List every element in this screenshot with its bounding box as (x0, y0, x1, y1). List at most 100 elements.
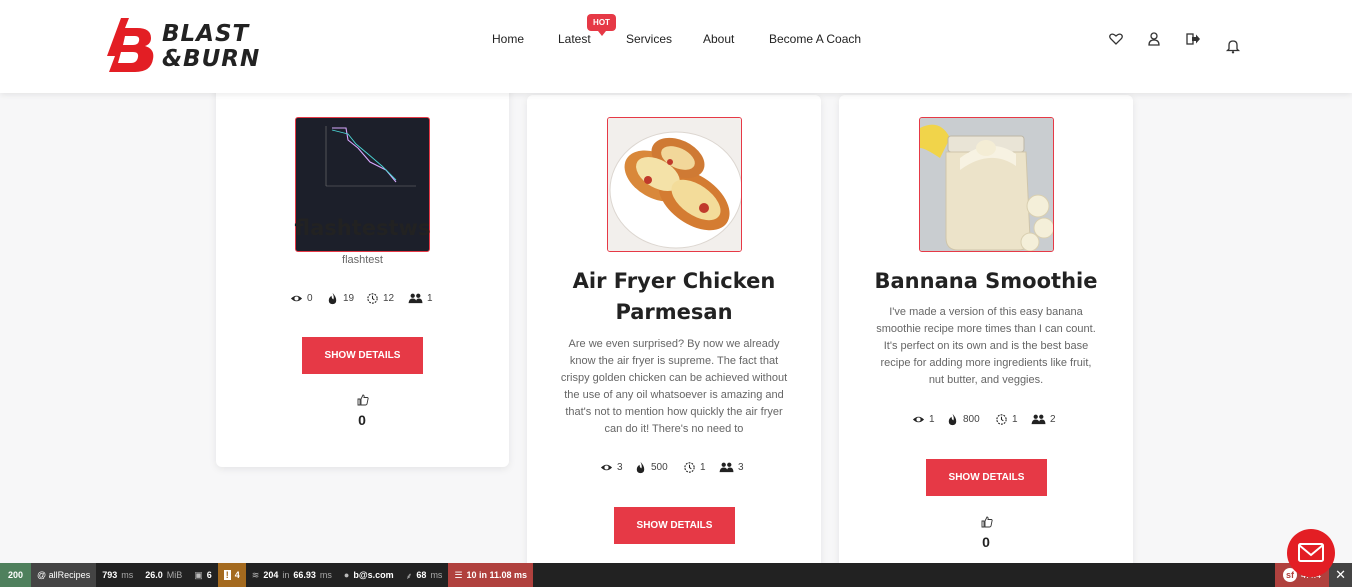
nav-services[interactable]: Services (626, 32, 672, 46)
cache-stats: 10 in 11.08 ms (466, 570, 528, 580)
fire-icon (636, 461, 645, 474)
banana-smoothie-image (920, 118, 1053, 251)
show-details-button[interactable]: SHOW DETAILS (926, 459, 1047, 496)
thumbs-up-icon[interactable] (357, 394, 369, 406)
chicken-parmesan-image (608, 118, 741, 251)
views-stat: 3 (600, 461, 623, 474)
nav-home[interactable]: Home (492, 32, 524, 46)
recipe-description: Are we even surprised? By now we already… (527, 336, 821, 438)
recipe-stats: 3 500 1 3 (527, 461, 821, 475)
bell-icon[interactable] (1225, 38, 1241, 54)
people-count: 1 (427, 293, 433, 304)
nav-latest[interactable]: Latest (558, 32, 591, 46)
cache-panel[interactable]: ☰ 10 in 11.08 ms (448, 563, 534, 587)
calories-stat: 500 (634, 461, 668, 474)
recipe-stats: 0 19 12 1 (216, 292, 509, 306)
nav-about[interactable]: About (703, 32, 734, 46)
recipe-title: Bannana Smoothie (874, 269, 1098, 293)
user-icon[interactable] (1146, 31, 1162, 47)
description-line: Are we even surprised? By now we already (568, 338, 780, 350)
recipe-title-line2: Parmesan (615, 300, 733, 324)
people-stat: 1 (408, 292, 433, 305)
twig-panel[interactable]: ⸙ 68 ms (400, 563, 449, 587)
description-line: that's not to mention how quickly the ai… (565, 406, 783, 418)
queries-time: 66.93 (293, 570, 316, 580)
recipe-card: Bannana Smoothie I've made a version of … (839, 95, 1133, 575)
fire-icon (328, 292, 337, 305)
time-value: 1 (1012, 414, 1018, 425)
recipe-stats: 1 800 1 2 (839, 413, 1133, 427)
site-header: BLAST &BURN Home Latest Services About B… (0, 0, 1352, 93)
hot-badge: HOT (587, 14, 616, 36)
warnings-panel[interactable]: ! 4 (217, 563, 246, 587)
timer-icon (684, 462, 695, 473)
heart-icon[interactable] (1108, 31, 1124, 47)
logout-icon[interactable] (1185, 31, 1201, 47)
route-name[interactable]: @ allRecipes (31, 563, 97, 587)
security-panel[interactable]: ● b@s.com (338, 563, 400, 587)
timer-icon (996, 414, 1007, 425)
views-count: 3 (617, 462, 623, 473)
nav-become-coach[interactable]: Become A Coach (769, 32, 861, 46)
description-line: can do it! There's no need to (604, 423, 744, 435)
views-stat: 0 (290, 292, 313, 305)
queries-in-label: in (282, 570, 290, 580)
warnings-count: 4 (234, 570, 240, 580)
recipe-card: Air Fryer Chicken Parmesan Are we even s… (527, 95, 821, 575)
close-icon: ✕ (1335, 567, 1346, 582)
memory-value: 26.0 (145, 570, 163, 580)
recipe-thumbnail[interactable] (607, 117, 742, 252)
calories-count: 500 (651, 462, 668, 473)
time-value: 1 (700, 462, 706, 473)
memory-unit: MiB (166, 570, 183, 580)
recipe-thumbnail[interactable] (919, 117, 1054, 252)
database-panel[interactable]: ≋ 204 in 66.93 ms (246, 563, 338, 587)
queries-count: 204 (263, 570, 279, 580)
people-stat: 3 (719, 461, 744, 474)
people-count: 2 (1050, 414, 1056, 425)
description-line: recipe for adding more ingredients like … (880, 357, 1092, 369)
debug-toolbar: 200 @ allRecipes 793 ms 26.0 MiB ▣ 6 ! 4… (0, 563, 1352, 587)
recipe-title: flashtestws (294, 216, 431, 240)
description-line: smoothie recipe more times than I can co… (876, 323, 1096, 335)
description-line: nut butter, and veggies. (928, 374, 1044, 386)
eye-icon (600, 464, 613, 471)
show-details-button[interactable]: SHOW DETAILS (614, 507, 735, 544)
description-line: know the air fryer is supreme. The fact … (569, 355, 779, 367)
calories-count: 800 (963, 414, 980, 425)
recipe-subtitle: flashtest (342, 254, 383, 266)
thumbs-up-icon[interactable] (981, 516, 993, 528)
time-stat: 1 (995, 413, 1018, 426)
envelope-icon (1298, 543, 1324, 562)
calories-count: 19 (343, 293, 355, 304)
time-stat: 1 (683, 461, 706, 474)
show-details-button[interactable]: SHOW DETAILS (302, 337, 423, 374)
queries-unit: ms (319, 570, 332, 580)
time-stat: 12 (366, 292, 394, 305)
recipe-card: flashtestws flashtest 0 19 12 1 SHOW DET… (216, 80, 509, 467)
users-icon (719, 462, 734, 473)
user-email: b@s.com (353, 570, 394, 580)
twig-icon: ⸙ (405, 570, 413, 581)
description-line: the use of any oil whatsoever is amazing… (564, 389, 784, 401)
layers-icon: ≋ (251, 569, 260, 580)
warning-icon: ! (223, 570, 231, 580)
forms-count: 6 (206, 570, 212, 580)
views-count: 0 (307, 293, 313, 304)
users-icon (1031, 414, 1046, 425)
description-line: crispy golden chicken can be achieved wi… (560, 372, 788, 384)
likes-count: 0 (982, 534, 990, 550)
chart-thumbnail-icon (325, 126, 416, 187)
contact-mail-button[interactable] (1287, 529, 1335, 577)
twig-time: 68 (416, 570, 427, 580)
description-line: It's perfect on its own and is the best … (883, 340, 1089, 352)
calories-stat: 800 (946, 413, 980, 426)
people-stat: 2 (1031, 413, 1056, 426)
forms-panel[interactable]: ▣ 6 (188, 563, 218, 587)
request-time-unit: ms (121, 570, 134, 580)
twig-unit: ms (430, 570, 443, 580)
request-time[interactable]: 793 ms 26.0 MiB (96, 563, 188, 587)
status-code[interactable]: 200 (0, 563, 32, 587)
people-count: 3 (738, 462, 744, 473)
